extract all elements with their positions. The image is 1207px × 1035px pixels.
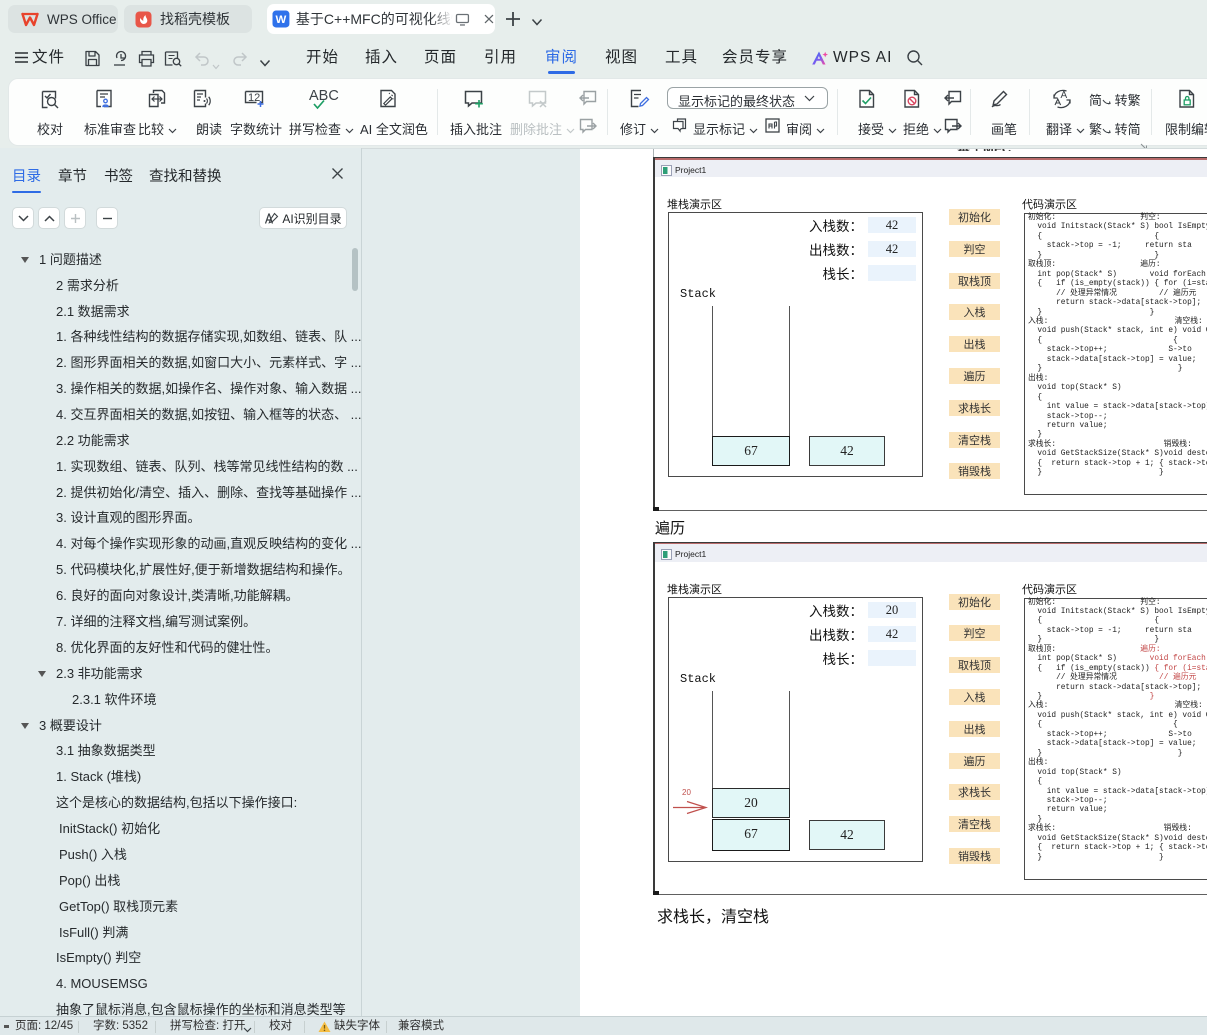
svg-text:W: W [276, 14, 287, 26]
svg-text:A: A [1061, 90, 1068, 101]
svg-text:12: 12 [248, 92, 260, 104]
